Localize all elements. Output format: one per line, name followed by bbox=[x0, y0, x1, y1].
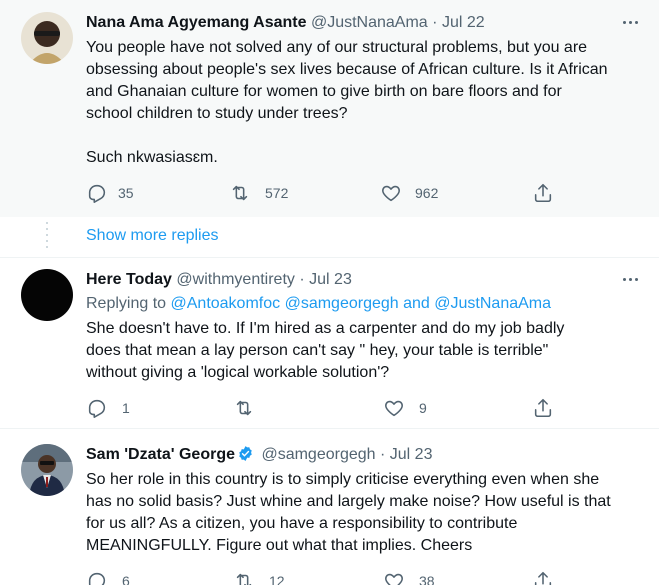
tweet-date[interactable]: Jul 23 bbox=[309, 271, 352, 288]
reply-count: 35 bbox=[118, 185, 134, 201]
tweet-text-line: So her role in this country is to simply… bbox=[86, 471, 600, 488]
tweet-text-line: school children to study under trees? bbox=[86, 105, 348, 122]
heart-icon bbox=[385, 573, 403, 585]
share-icon bbox=[534, 571, 552, 585]
author-name[interactable]: Sam 'Dzata' George bbox=[86, 446, 235, 463]
tweet-here-today[interactable]: Here Today @withmyentirety · Jul 23 Repl… bbox=[0, 258, 659, 428]
reply-icon bbox=[88, 184, 106, 203]
separator-dot: · bbox=[432, 14, 438, 31]
avatar-image bbox=[21, 12, 73, 64]
avatar-sam-george[interactable] bbox=[21, 444, 73, 496]
mention-link[interactable]: @JustNanaAma bbox=[434, 295, 551, 312]
author-handle[interactable]: @JustNanaAma bbox=[311, 14, 428, 31]
tweet-text-line: Such nkwasiasɛm. bbox=[86, 149, 218, 166]
tweet-text-line: She doesn't have to. If I'm hired as a c… bbox=[86, 320, 565, 337]
tweet-date[interactable]: Jul 23 bbox=[390, 446, 433, 463]
reply-count: 1 bbox=[122, 400, 130, 416]
more-options-button[interactable] bbox=[621, 12, 641, 32]
author-name[interactable]: Nana Ama Agyemang Asante bbox=[86, 14, 307, 31]
tweet-text-line: and Ghanaian culture for women to give b… bbox=[86, 83, 562, 100]
tweet-text-line: MEANINGFULLY. Figure out what that impli… bbox=[86, 537, 473, 554]
avatar-image bbox=[21, 269, 73, 321]
more-icon bbox=[623, 278, 626, 281]
tweet-sam-george[interactable]: Sam 'Dzata' George @samgeorgegh · Jul 23… bbox=[0, 428, 659, 585]
separator-dot: · bbox=[380, 446, 386, 463]
tweet-date[interactable]: Jul 22 bbox=[442, 14, 485, 31]
author-handle[interactable]: @withmyentirety bbox=[176, 271, 295, 288]
tweet-text-line: for us all? As a citizen, you have a res… bbox=[86, 515, 518, 532]
share-icon bbox=[534, 398, 552, 418]
separator-dot: · bbox=[299, 271, 305, 288]
tweet-text-line: does that mean a lay person can't say " … bbox=[86, 342, 549, 359]
author-handle[interactable]: @samgeorgegh bbox=[261, 446, 375, 463]
tweet-text: So her role in this country is to simply… bbox=[86, 469, 641, 557]
author-name[interactable]: Here Today bbox=[86, 271, 172, 288]
like-count: 962 bbox=[415, 185, 439, 201]
more-icon bbox=[623, 21, 626, 24]
reply-icon bbox=[88, 399, 106, 418]
tweet-text-line: has no solid basis? Just whine and large… bbox=[86, 493, 611, 510]
like-count: 38 bbox=[419, 573, 435, 585]
retweet-icon bbox=[232, 185, 248, 201]
verified-badge-icon bbox=[239, 446, 252, 461]
replying-to: Replying to @Antoakomfoc @samgeorgegh an… bbox=[86, 293, 641, 315]
avatar-image bbox=[21, 444, 73, 496]
mention-link[interactable]: @Antoakomfoc bbox=[171, 295, 281, 312]
avatar-here-today[interactable] bbox=[21, 269, 73, 321]
retweet-count: 572 bbox=[265, 185, 289, 201]
reply-icon bbox=[88, 572, 106, 585]
tweet-text: She doesn't have to. If I'm hired as a c… bbox=[86, 318, 641, 384]
tweet-text-line bbox=[86, 125, 641, 147]
show-more-replies-link[interactable]: Show more replies bbox=[86, 226, 219, 246]
tweet-text: You people have not solved any of our st… bbox=[86, 37, 641, 169]
reply-count: 6 bbox=[122, 573, 130, 585]
heart-icon bbox=[385, 400, 403, 417]
share-icon bbox=[534, 183, 552, 203]
retweet-icon bbox=[236, 573, 252, 585]
replying-to-label: Replying to bbox=[86, 295, 167, 312]
like-count: 9 bbox=[419, 400, 427, 416]
tweet-nana-ama[interactable]: Nana Ama Agyemang Asante @JustNanaAma · … bbox=[0, 0, 659, 217]
retweet-icon bbox=[236, 400, 252, 416]
mention-and: and bbox=[403, 295, 430, 312]
more-options-button[interactable] bbox=[621, 269, 641, 289]
tweet-text-line: without giving a 'logical workable solut… bbox=[86, 364, 390, 381]
mention-link[interactable]: @samgeorgegh bbox=[285, 295, 399, 312]
tweet-text-line: obsessing about people's sex lives becau… bbox=[86, 61, 608, 78]
heart-icon bbox=[382, 185, 400, 202]
avatar-nana-ama[interactable] bbox=[21, 12, 73, 64]
retweet-count: 12 bbox=[269, 573, 285, 585]
tweet-text-line: You people have not solved any of our st… bbox=[86, 39, 588, 56]
